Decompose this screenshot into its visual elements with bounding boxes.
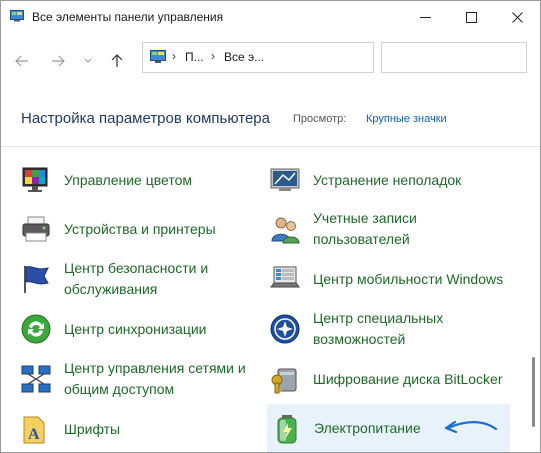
page-title: Настройка параметров компьютера [21,110,270,127]
maximize-icon [465,11,477,23]
item-label: Управление цветом [64,171,193,188]
item-label: Шрифты [64,420,121,437]
troubleshooting-icon [270,168,300,191]
vertical-scrollbar[interactable] [532,357,535,427]
arrow-right-icon [52,55,65,67]
breadcrumb-separator-icon: › [172,49,176,63]
item-label: Электропитание [314,419,421,436]
view-by-label: Просмотр: [293,113,347,125]
sync-center-item[interactable]: Центр синхронизации [20,309,260,349]
user-accounts-item[interactable]: Учетные записи пользователей [269,209,509,249]
svg-text:A: A [28,426,40,443]
forward-button[interactable] [47,51,69,71]
mobility-icon [270,266,300,288]
up-button[interactable] [106,51,128,71]
item-label: Центр синхронизации [64,320,207,337]
sync-icon [21,314,51,344]
bitlocker-icon [271,368,297,394]
item-label: Устройства и принтеры [64,220,216,237]
troubleshooting-item[interactable]: Устранение неполадок [269,160,509,200]
item-label: Учетные записи пользователей [313,210,417,247]
ease-of-access-item[interactable]: Центр специальных возможностей [269,309,509,349]
item-label: Устранение неполадок [313,171,462,188]
maximize-button[interactable] [448,1,494,33]
close-icon [511,11,523,23]
item-label: Центр специальных возможностей [313,310,444,347]
pointer-arrow-icon [444,420,498,434]
battery-icon [277,415,297,444]
back-button[interactable] [11,51,33,71]
arrow-up-icon [111,54,123,67]
navigation-bar: › П... › Все э... [1,33,540,85]
chevron-down-icon [84,58,92,63]
network-icon [21,365,51,393]
breadcrumb-separator-icon: › [211,49,215,63]
breadcrumb-item[interactable]: П... [185,50,204,64]
fonts-icon: A [23,416,45,444]
control-panel-app-icon [10,10,24,22]
bitlocker-item[interactable]: Шифрование диска BitLocker [269,359,509,399]
security-center-item[interactable]: Центр безопасности и обслуживания [20,259,260,299]
network-center-item[interactable]: Центр управления сетями и общим доступом [20,359,260,399]
fonts-item[interactable]: A Шрифты [20,409,260,449]
mobility-center-item[interactable]: Центр мобильности Windows [269,259,509,299]
item-label: Шифрование диска BitLocker [313,370,503,387]
search-input[interactable] [381,42,527,73]
title-bar[interactable]: Все элементы панели управления [1,1,540,33]
address-bar[interactable]: › П... › Все э... [142,42,374,73]
control-panel-window: Все элементы панели управления › П... › … [0,0,541,453]
breadcrumb-item[interactable]: Все э... [224,50,264,64]
item-label: Центр мобильности Windows [313,270,504,287]
color-management-icon [22,167,48,192]
minimize-button[interactable] [402,1,448,33]
item-label: Центр управления сетями и общим доступом [64,360,246,397]
view-by-dropdown[interactable]: Крупные значки [366,113,447,125]
window-title: Все элементы панели управления [32,10,224,24]
recent-locations-button[interactable] [77,51,99,71]
devices-printers-item[interactable]: Устройства и принтеры [20,209,260,249]
power-options-item[interactable]: Электропитание [267,404,510,452]
header-divider [1,146,540,147]
item-label: Центр безопасности и обслуживания [64,260,209,297]
flag-icon [24,266,49,293]
users-icon [271,217,300,244]
control-panel-address-icon [150,50,166,63]
color-management-item[interactable]: Управление цветом [20,160,260,200]
minimize-icon [419,16,431,18]
printer-icon [22,216,50,242]
arrow-left-icon [15,55,28,67]
close-button[interactable] [494,1,540,33]
accessibility-icon [270,314,300,344]
